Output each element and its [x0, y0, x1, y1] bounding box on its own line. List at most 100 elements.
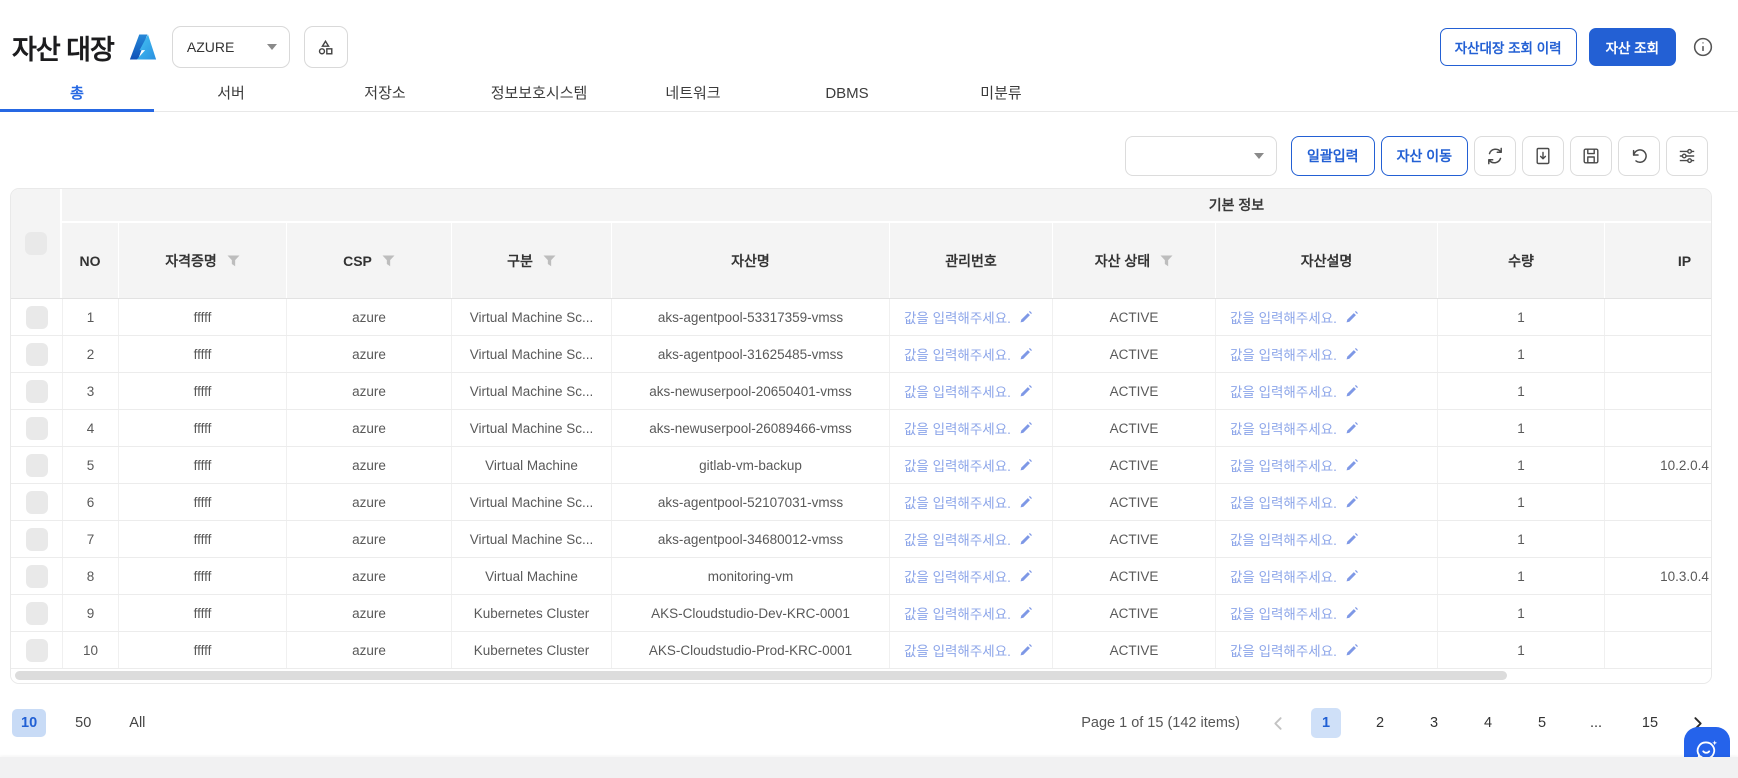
page-15[interactable]: 15 — [1635, 708, 1665, 738]
edit-pencil-icon[interactable] — [1019, 606, 1033, 620]
export-button[interactable] — [1522, 136, 1564, 176]
asset-desc-edit-cell[interactable]: 값을 입력해주세요. — [1215, 484, 1437, 520]
tab-6[interactable]: DBMS — [770, 80, 924, 111]
tab-3[interactable]: 저장소 — [308, 80, 462, 111]
asset-desc-edit-cell[interactable]: 값을 입력해주세요. — [1215, 595, 1437, 631]
asset-desc-edit-cell[interactable]: 값을 입력해주세요. — [1215, 632, 1437, 668]
edit-pencil-icon[interactable] — [1019, 569, 1033, 583]
mgmt-number-edit-cell[interactable]: 값을 입력해주세요. — [889, 521, 1052, 557]
page-5[interactable]: 5 — [1527, 708, 1557, 738]
edit-placeholder: 값을 입력해주세요. — [1230, 566, 1337, 586]
page-1[interactable]: 1 — [1311, 708, 1341, 738]
page-2[interactable]: 2 — [1365, 708, 1395, 738]
asset-desc-edit-cell[interactable]: 값을 입력해주세요. — [1215, 521, 1437, 557]
asset-move-button[interactable]: 자산 이동 — [1381, 136, 1468, 176]
edit-pencil-icon[interactable] — [1345, 606, 1359, 620]
edit-pencil-icon[interactable] — [1019, 532, 1033, 546]
table-row: 9fffffazureKubernetes ClusterAKS-Cloudst… — [11, 595, 1712, 632]
tab-7[interactable]: 미분류 — [924, 80, 1078, 111]
page-size-50[interactable]: 50 — [66, 709, 100, 737]
bulk-input-button[interactable]: 일괄입력 — [1291, 136, 1375, 176]
row-checkbox[interactable] — [26, 417, 48, 440]
select-all-checkbox[interactable] — [25, 232, 47, 255]
edit-pencil-icon[interactable] — [1345, 421, 1359, 435]
row-checkbox[interactable] — [26, 454, 48, 477]
page-size-all[interactable]: All — [120, 709, 154, 737]
cell-status: ACTIVE — [1052, 447, 1215, 483]
filter-icon[interactable] — [382, 255, 395, 267]
csp-select[interactable]: AZURE — [172, 26, 290, 68]
edit-pencil-icon[interactable] — [1019, 458, 1033, 472]
hierarchy-button[interactable] — [304, 26, 348, 68]
mgmt-number-edit-cell[interactable]: 값을 입력해주세요. — [889, 632, 1052, 668]
asset-desc-edit-cell[interactable]: 값을 입력해주세요. — [1215, 373, 1437, 409]
cell-credential: fffff — [118, 410, 286, 446]
asset-desc-edit-cell[interactable]: 값을 입력해주세요. — [1215, 336, 1437, 372]
filter-icon[interactable] — [543, 255, 556, 267]
edit-placeholder: 값을 입력해주세요. — [904, 455, 1011, 475]
edit-pencil-icon[interactable] — [1019, 310, 1033, 324]
mgmt-number-edit-cell[interactable]: 값을 입력해주세요. — [889, 410, 1052, 446]
refresh-button[interactable] — [1474, 136, 1516, 176]
asset-desc-edit-cell[interactable]: 값을 입력해주세요. — [1215, 447, 1437, 483]
save-button[interactable] — [1570, 136, 1612, 176]
mgmt-number-edit-cell[interactable]: 값을 입력해주세요. — [889, 299, 1052, 335]
edit-pencil-icon[interactable] — [1019, 384, 1033, 398]
edit-pencil-icon[interactable] — [1345, 532, 1359, 546]
edit-pencil-icon[interactable] — [1345, 643, 1359, 657]
cell-status: ACTIVE — [1052, 521, 1215, 557]
edit-pencil-icon[interactable] — [1345, 384, 1359, 398]
scrollbar-thumb[interactable] — [15, 671, 1507, 680]
toolbar-select[interactable] — [1125, 136, 1277, 176]
row-checkbox[interactable] — [26, 380, 48, 403]
cell-name: AKS-Cloudstudio-Dev-KRC-0001 — [611, 595, 889, 631]
cell-qty: 1 — [1437, 595, 1604, 631]
info-icon[interactable] — [1692, 36, 1714, 58]
row-checkbox[interactable] — [26, 639, 48, 662]
page-3[interactable]: 3 — [1419, 708, 1449, 738]
asset-desc-edit-cell[interactable]: 값을 입력해주세요. — [1215, 410, 1437, 446]
asset-desc-edit-cell[interactable]: 값을 입력해주세요. — [1215, 299, 1437, 335]
edit-placeholder: 값을 입력해주세요. — [904, 566, 1011, 586]
edit-pencil-icon[interactable] — [1345, 458, 1359, 472]
mgmt-number-edit-cell[interactable]: 값을 입력해주세요. — [889, 558, 1052, 594]
row-checkbox[interactable] — [26, 306, 48, 329]
tab-4[interactable]: 정보보호시스템 — [462, 80, 616, 111]
mgmt-number-edit-cell[interactable]: 값을 입력해주세요. — [889, 484, 1052, 520]
column-header-label: 자격증명 — [165, 251, 217, 271]
edit-placeholder: 값을 입력해주세요. — [904, 381, 1011, 401]
edit-pencil-icon[interactable] — [1345, 569, 1359, 583]
asset-search-button[interactable]: 자산 조회 — [1589, 28, 1676, 66]
filter-icon[interactable] — [1160, 255, 1173, 267]
asset-ledger-history-button[interactable]: 자산대장 조회 이력 — [1440, 28, 1577, 66]
row-checkbox[interactable] — [26, 602, 48, 625]
filter-icon[interactable] — [227, 255, 240, 267]
edit-pencil-icon[interactable] — [1345, 495, 1359, 509]
mgmt-number-edit-cell[interactable]: 값을 입력해주세요. — [889, 336, 1052, 372]
page-size-10[interactable]: 10 — [12, 709, 46, 737]
edit-pencil-icon[interactable] — [1345, 310, 1359, 324]
shapes-sitemap-icon — [316, 38, 335, 57]
tab-2[interactable]: 서버 — [154, 80, 308, 111]
row-checkbox[interactable] — [26, 528, 48, 551]
edit-pencil-icon[interactable] — [1019, 347, 1033, 361]
row-checkbox[interactable] — [26, 343, 48, 366]
edit-pencil-icon[interactable] — [1019, 495, 1033, 509]
tab-5[interactable]: 네트워크 — [616, 80, 770, 111]
mgmt-number-edit-cell[interactable]: 값을 입력해주세요. — [889, 447, 1052, 483]
mgmt-number-edit-cell[interactable]: 값을 입력해주세요. — [889, 595, 1052, 631]
row-checkbox-cell — [11, 447, 62, 483]
row-checkbox[interactable] — [26, 491, 48, 514]
prev-page-button[interactable] — [1270, 715, 1287, 732]
asset-desc-edit-cell[interactable]: 값을 입력해주세요. — [1215, 558, 1437, 594]
cell-ip — [1604, 484, 1712, 520]
row-checkbox[interactable] — [26, 565, 48, 588]
column-chooser-button[interactable] — [1666, 136, 1708, 176]
tab-1[interactable]: 총 — [0, 80, 154, 111]
edit-pencil-icon[interactable] — [1019, 421, 1033, 435]
mgmt-number-edit-cell[interactable]: 값을 입력해주세요. — [889, 373, 1052, 409]
edit-pencil-icon[interactable] — [1019, 643, 1033, 657]
page-4[interactable]: 4 — [1473, 708, 1503, 738]
edit-pencil-icon[interactable] — [1345, 347, 1359, 361]
undo-button[interactable] — [1618, 136, 1660, 176]
